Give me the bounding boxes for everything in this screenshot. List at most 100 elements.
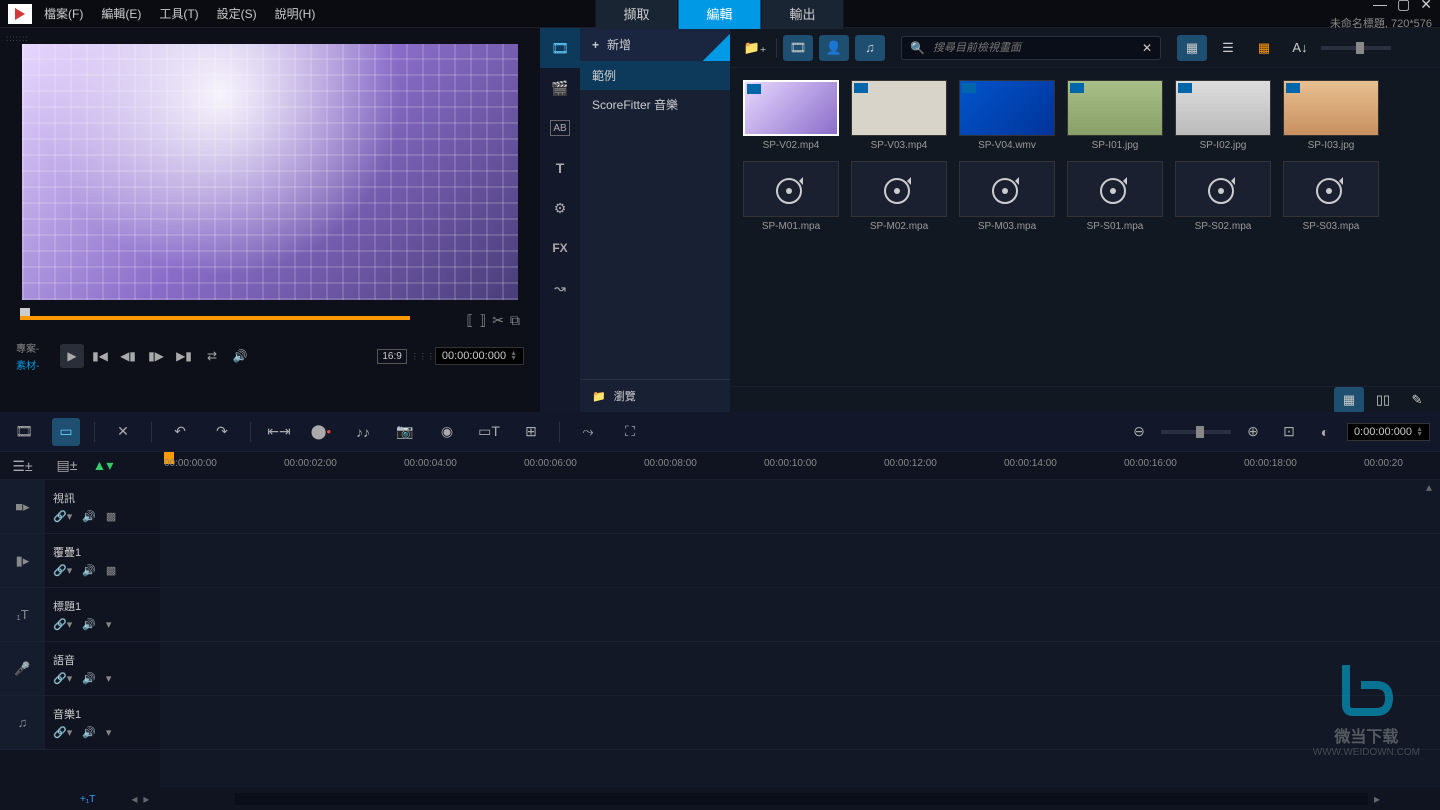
h-scrollbar[interactable] xyxy=(235,793,1368,805)
track-header-2[interactable]: ₁T標題1🔗▾🔊▾ xyxy=(0,588,160,642)
search-input[interactable] xyxy=(933,42,1134,54)
track-lane-3[interactable] xyxy=(160,642,1440,696)
tools-icon[interactable]: ✕ xyxy=(109,418,137,446)
split-icon[interactable]: ⧉ xyxy=(510,312,520,329)
storyboard-view-icon[interactable]: 🎞 xyxy=(10,418,38,446)
thumb-SP-S02.mpa[interactable]: SP-S02.mpa xyxy=(1174,161,1272,232)
redo-icon[interactable]: ↷ xyxy=(208,418,236,446)
link-icon[interactable]: 🔗▾ xyxy=(53,726,72,739)
scroll-right2-icon[interactable]: ▸ xyxy=(1374,792,1380,806)
media-tab-icon[interactable]: 🎞 xyxy=(540,28,580,68)
record-icon[interactable]: ⬤● xyxy=(307,418,335,446)
menu-tools[interactable]: 工具(T) xyxy=(159,5,198,22)
panel-edit-icon[interactable]: ✎ xyxy=(1402,387,1432,413)
menu-file[interactable]: 檔案(F) xyxy=(44,5,83,22)
track-header-0[interactable]: ■▸視訊🔗▾🔊▩ xyxy=(0,480,160,534)
link-icon[interactable]: 🔗▾ xyxy=(53,510,72,523)
fit-icon[interactable]: ⇤⇥ xyxy=(265,418,293,446)
link-icon[interactable]: 🔗▾ xyxy=(53,564,72,577)
thumb-SP-V02.mp4[interactable]: SP-V02.mp4 xyxy=(742,80,840,151)
mark-out-icon[interactable]: ⟧ xyxy=(479,312,486,329)
fx-tab-icon[interactable]: FX xyxy=(540,228,580,268)
transitions-tab-icon[interactable]: 🎬 xyxy=(540,68,580,108)
add-track-button[interactable]: +₁T xyxy=(80,794,95,805)
crop-icon[interactable]: ⛶ xyxy=(616,418,644,446)
motion-icon[interactable]: ⤳ xyxy=(574,418,602,446)
tab-edit[interactable]: 編輯 xyxy=(678,0,761,29)
loop-button[interactable]: ⇄ xyxy=(200,344,224,368)
subtitle-icon[interactable]: ▭T xyxy=(475,418,503,446)
track-lanes-area[interactable]: ▴ xyxy=(160,480,1440,788)
view-thumb-icon[interactable]: ▦ xyxy=(1177,35,1207,61)
menu-edit[interactable]: 編輯(E) xyxy=(101,5,141,22)
menu-help[interactable]: 說明(H) xyxy=(275,5,316,22)
fit-window-icon[interactable]: ⊡ xyxy=(1275,418,1303,446)
lock-icon[interactable]: ▾ xyxy=(106,726,112,739)
track-menu-icon[interactable]: ▤± xyxy=(53,452,81,480)
clock-icon[interactable]: ◐ xyxy=(1311,418,1339,446)
lock-icon[interactable]: ▩ xyxy=(106,564,116,577)
overlay-icon[interactable]: ◉ xyxy=(433,418,461,446)
filter-photo-icon[interactable]: 👤 xyxy=(819,35,849,61)
mode-project[interactable]: 專案- xyxy=(16,340,56,355)
timeline-timecode[interactable]: 0:00:00:000 ▲▼ xyxy=(1347,423,1430,441)
scroll-right-icon[interactable]: ▸ xyxy=(143,792,149,806)
lock-icon[interactable]: ▾ xyxy=(106,672,112,685)
track-options-icon[interactable]: ☰± xyxy=(0,452,45,480)
thumb-SP-I03.jpg[interactable]: SP-I03.jpg xyxy=(1282,80,1380,151)
thumb-SP-M01.mpa[interactable]: SP-M01.mpa xyxy=(742,161,840,232)
tree-scorefitter[interactable]: ScoreFitter 音樂 xyxy=(580,90,730,119)
link-icon[interactable]: 🔗▾ xyxy=(53,618,72,631)
tab-output[interactable]: 輸出 xyxy=(762,0,845,29)
aspect-ratio[interactable]: 16:9 xyxy=(377,349,406,364)
mute-icon[interactable]: 🔊 xyxy=(82,510,96,523)
volume-button[interactable]: 🔊 xyxy=(228,344,252,368)
thumb-SP-S01.mpa[interactable]: SP-S01.mpa xyxy=(1066,161,1164,232)
minimize-button[interactable]: — xyxy=(1373,0,1387,13)
thumb-size-slider[interactable] xyxy=(1321,46,1391,50)
track-lane-4[interactable] xyxy=(160,696,1440,750)
tree-sample[interactable]: 範例 xyxy=(580,61,730,90)
go-end-button[interactable]: ▶▮ xyxy=(172,344,196,368)
paths-tab-icon[interactable]: ↝ xyxy=(540,268,580,308)
track-lane-2[interactable] xyxy=(160,588,1440,642)
scrub-bar[interactable]: ⟦ ⟧ ✂ ⧉ xyxy=(20,308,520,328)
mute-icon[interactable]: 🔊 xyxy=(82,672,96,685)
graphics-tab-icon[interactable]: ⚙ xyxy=(540,188,580,228)
filter-video-icon[interactable]: 🎞 xyxy=(783,35,813,61)
thumb-SP-M03.mpa[interactable]: SP-M03.mpa xyxy=(958,161,1056,232)
thumb-SP-I01.jpg[interactable]: SP-I01.jpg xyxy=(1066,80,1164,151)
scroll-left-icon[interactable]: ◂ xyxy=(131,792,137,806)
filter-audio-icon[interactable]: ♫ xyxy=(855,35,885,61)
tab-capture[interactable]: 擷取 xyxy=(595,0,678,29)
view-grid-icon[interactable]: ▦ xyxy=(1249,35,1279,61)
sort-icon[interactable]: A↓ xyxy=(1285,35,1315,61)
close-button[interactable]: ✕ xyxy=(1420,0,1432,13)
audio-icon[interactable]: ♪♪ xyxy=(349,418,377,446)
panel-toggle-2-icon[interactable]: ▯▯ xyxy=(1368,387,1398,413)
track-lane-1[interactable] xyxy=(160,534,1440,588)
mute-icon[interactable]: 🔊 xyxy=(82,618,96,631)
lock-icon[interactable]: ▾ xyxy=(106,618,112,631)
view-list-icon[interactable]: ☰ xyxy=(1213,35,1243,61)
grid-icon[interactable]: ⊞ xyxy=(517,418,545,446)
search-box[interactable]: 🔍 ✕ xyxy=(901,36,1161,60)
search-clear-icon[interactable]: ✕ xyxy=(1142,41,1152,55)
scroll-up-icon[interactable]: ▴ xyxy=(1426,480,1440,494)
mute-icon[interactable]: 🔊 xyxy=(82,726,96,739)
timeline-view-icon[interactable]: ▭ xyxy=(52,418,80,446)
play-button[interactable]: ▶ xyxy=(60,344,84,368)
browse-button[interactable]: 📁 瀏覽 xyxy=(580,379,730,412)
track-header-3[interactable]: 🎤語音🔗▾🔊▾ xyxy=(0,642,160,696)
timecode-display[interactable]: 00:00:00:000 ▲▼ xyxy=(435,347,524,365)
titles-tab-icon[interactable]: AB xyxy=(550,120,570,136)
zoom-slider[interactable] xyxy=(1161,430,1231,434)
undo-icon[interactable]: ↶ xyxy=(166,418,194,446)
link-icon[interactable]: 🔗▾ xyxy=(53,672,72,685)
mode-clip[interactable]: 素材- xyxy=(16,357,56,372)
preview-viewport[interactable] xyxy=(22,44,518,300)
import-folder-icon[interactable]: 📁₊ xyxy=(740,35,770,61)
go-start-button[interactable]: ▮◀ xyxy=(88,344,112,368)
lock-icon[interactable]: ▩ xyxy=(106,510,116,523)
thumb-SP-M02.mpa[interactable]: SP-M02.mpa xyxy=(850,161,948,232)
